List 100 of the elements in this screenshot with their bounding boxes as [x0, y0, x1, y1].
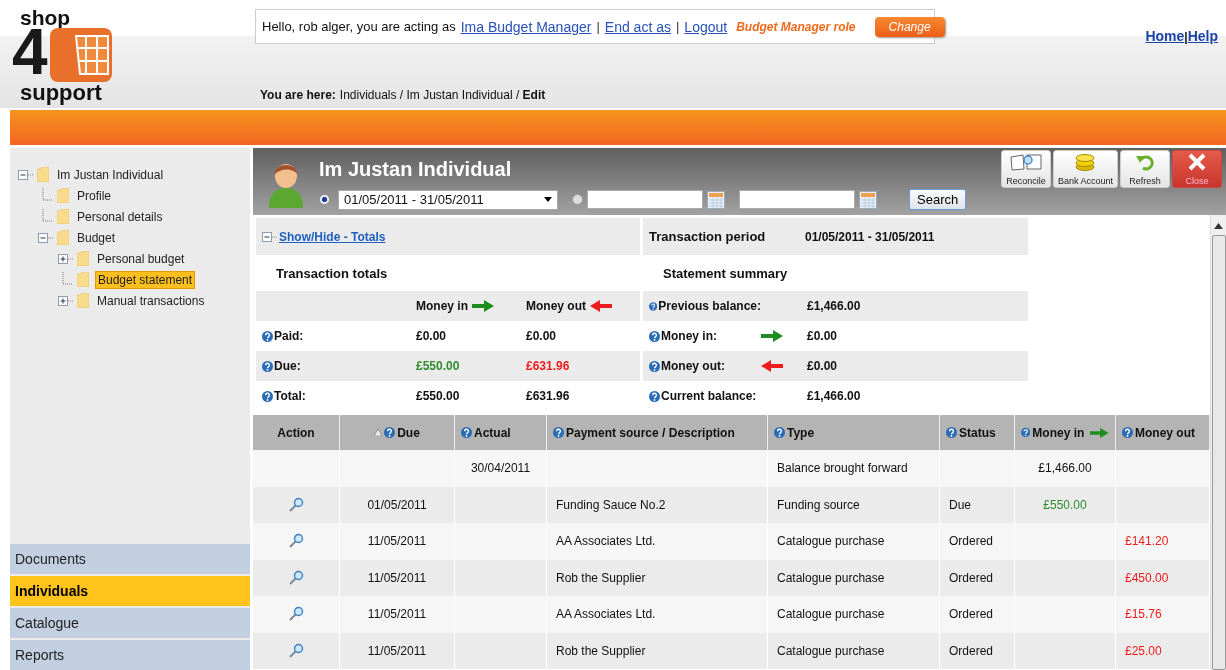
table-cell: Ordered: [949, 643, 994, 658]
folder-icon: [77, 272, 89, 287]
amount-text: £0.00: [807, 329, 838, 343]
calendar-icon[interactable]: [707, 190, 725, 209]
table-cell: Due: [949, 497, 971, 512]
row-label: Money in:: [661, 329, 717, 343]
magnifier-icon[interactable]: [288, 642, 304, 659]
help-icon[interactable]: [774, 427, 785, 438]
magnifier-icon[interactable]: [288, 533, 304, 550]
help-icon[interactable]: [262, 360, 273, 372]
table-cell: 11/05/2011: [367, 570, 427, 585]
date-field[interactable]: [739, 190, 855, 209]
row-label: Total:: [274, 389, 306, 403]
top-link[interactable]: Home: [1145, 28, 1185, 44]
column-header: Money out: [526, 299, 586, 313]
amount-text: £0.00: [526, 329, 558, 343]
show-hide-link[interactable]: Show/Hide - Totals: [279, 229, 386, 244]
session-link[interactable]: Logout: [684, 18, 728, 35]
right-arrow-icon: [472, 300, 494, 312]
left-arrow-icon: [590, 300, 612, 312]
period-dropdown[interactable]: 01/05/2011 - 31/05/2011: [338, 189, 558, 210]
table-cell: Funding Sauce No.2: [556, 497, 666, 512]
tree-item[interactable]: Personal details: [75, 208, 165, 225]
sort-icon[interactable]: [374, 429, 383, 436]
radio-button[interactable]: [572, 194, 583, 205]
help-icon[interactable]: [649, 330, 660, 342]
folder-icon: [37, 167, 49, 182]
tree-item[interactable]: Budget: [75, 229, 118, 246]
tree-toggle-icon[interactable]: [58, 253, 74, 264]
amount-text: £1,466.00: [807, 389, 861, 403]
tree-item[interactable]: Personal budget: [95, 250, 187, 267]
session-link[interactable]: Ima Budget Manager: [460, 18, 592, 35]
help-icon[interactable]: [262, 330, 273, 342]
close-icon: [1188, 153, 1206, 171]
table-cell: Catalogue purchase: [777, 607, 885, 622]
table-cell: Ordered: [949, 570, 994, 585]
caret-icon: [544, 197, 552, 202]
help-icon[interactable]: [384, 427, 396, 438]
separator-text: |: [1184, 30, 1188, 44]
help-icon[interactable]: [461, 427, 472, 438]
help-icon[interactable]: [553, 427, 564, 438]
nav-item[interactable]: Catalogue: [10, 608, 250, 638]
cart-icon: [50, 28, 112, 82]
row-label: Paid:: [274, 329, 304, 343]
calendar-icon[interactable]: [859, 190, 877, 209]
table-cell: £15.76: [1125, 607, 1162, 622]
scroll-up-icon[interactable]: [1214, 223, 1223, 229]
help-icon[interactable]: [1122, 427, 1133, 438]
right-arrow-icon: [761, 330, 783, 342]
folder-icon: [77, 251, 89, 266]
tree-item[interactable]: Manual transactions: [95, 292, 207, 309]
section-title: Transaction totals: [276, 265, 388, 281]
help-icon[interactable]: [946, 427, 957, 438]
help-icon[interactable]: [1021, 427, 1031, 438]
period-text: 01/05/2011 - 31/05/2011: [805, 229, 935, 244]
refresh-icon: [1135, 153, 1155, 171]
magnifier-icon[interactable]: [288, 606, 304, 623]
individual-name: Im Justan Individual: [319, 158, 513, 181]
nav-item[interactable]: Reports: [10, 640, 250, 670]
table-cell: 11/05/2011: [367, 534, 427, 549]
logo-text: support: [20, 82, 102, 104]
greeting-text: Hello, rob alger, you are acting as: [262, 19, 456, 34]
table-cell: Catalogue purchase: [777, 570, 885, 585]
amount-text: £631.96: [526, 389, 571, 403]
nav-item[interactable]: Documents: [10, 544, 250, 574]
table-cell: Catalogue purchase: [777, 534, 885, 549]
documents-icon: [1008, 153, 1043, 171]
table-cell: £25.00: [1125, 643, 1162, 658]
nav-item[interactable]: Individuals: [10, 576, 250, 606]
tree-item[interactable]: Profile: [75, 187, 113, 204]
row-label: Money out:: [661, 359, 725, 373]
help-icon[interactable]: [649, 390, 660, 402]
toolbar-button[interactable]: Reconcile: [1000, 150, 1051, 188]
table-cell: £141.20: [1125, 534, 1169, 549]
tree-toggle-icon[interactable]: [38, 232, 54, 243]
magnifier-icon[interactable]: [288, 496, 304, 513]
search-button[interactable]: Search: [909, 189, 967, 210]
tree-item[interactable]: Im Justan Individual: [55, 166, 166, 183]
help-icon[interactable]: [262, 390, 273, 402]
toolbar-button[interactable]: Bank Account: [1052, 150, 1118, 188]
folder-icon: [57, 188, 69, 203]
radio-button[interactable]: [319, 194, 330, 205]
help-icon[interactable]: [649, 360, 660, 372]
table-cell: 01/05/2011: [367, 497, 427, 512]
role-text: Budget Manager role: [736, 19, 856, 34]
toolbar-button[interactable]: Refresh: [1120, 150, 1170, 188]
table-cell: Ordered: [949, 607, 994, 622]
breadcrumb-path: Individuals / Im Justan Individual / Edit: [339, 88, 546, 102]
column-header: Money in: [416, 299, 468, 313]
tree-toggle-icon[interactable]: [18, 169, 34, 180]
tree-toggle-icon[interactable]: [58, 295, 74, 306]
table-cell: AA Associates Ltd.: [556, 534, 656, 549]
table-cell: 11/05/2011: [367, 643, 427, 658]
date-field[interactable]: [587, 190, 703, 209]
top-link[interactable]: Help: [1187, 28, 1218, 44]
help-icon[interactable]: [649, 300, 658, 312]
collapse-icon[interactable]: [262, 231, 278, 242]
tree-item[interactable]: Budget statement: [95, 270, 196, 289]
session-link[interactable]: End act as: [604, 18, 671, 35]
magnifier-icon[interactable]: [288, 569, 304, 586]
